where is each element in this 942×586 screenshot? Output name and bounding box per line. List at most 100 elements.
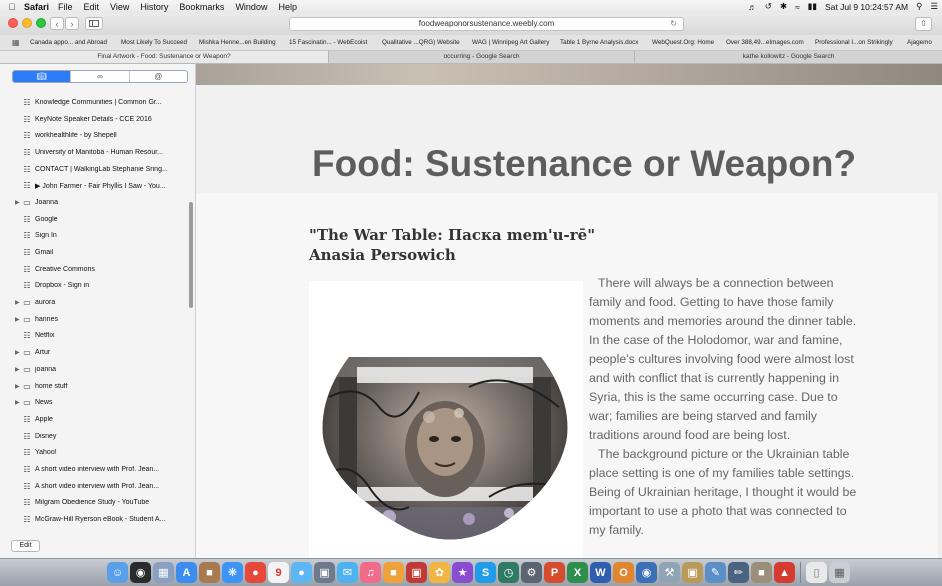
reload-icon[interactable]: ↻ — [670, 18, 677, 30]
favorite-link[interactable]: Professional I...on Strikingly — [815, 39, 893, 46]
favorite-link[interactable]: Ajagemo — [907, 39, 932, 46]
network-icon[interactable]: ◉ — [636, 562, 657, 583]
menu-view[interactable]: View — [110, 2, 129, 12]
bookmark-item[interactable]: ☷ workhealthlife - by Shepell — [0, 127, 190, 144]
edit-bookmarks-button[interactable]: Edit — [11, 540, 40, 552]
skype-icon[interactable]: S — [475, 562, 496, 583]
artwork-image[interactable] — [319, 337, 571, 543]
disclosure-triangle-icon[interactable]: ▶ — [15, 349, 20, 356]
favorite-link[interactable]: 15 Fascinatin... - WebEcoist — [289, 39, 367, 46]
bluetooth-icon[interactable]: ✱ — [780, 1, 787, 12]
bookmark-item[interactable]: ☷ Yahoo! — [0, 444, 190, 461]
sidebar-toggle-button[interactable] — [85, 17, 103, 30]
bookmark-item[interactable]: ☷ KeyNote Speaker Details - CCE 2016 — [0, 111, 190, 128]
bookmark-item[interactable]: ☷ Netflix — [0, 328, 190, 345]
minimize-window-button[interactable] — [22, 18, 32, 28]
spotlight-icon[interactable]: ⚲ — [916, 1, 922, 12]
apple-logo-icon[interactable]:  — [4, 2, 20, 12]
bookmark-item[interactable]: ☷ McGraw-Hill Ryerson eBook - Student A..… — [0, 511, 190, 528]
shared-links-tab-button[interactable]: @ — [130, 71, 187, 82]
powerpoint-icon[interactable]: P — [544, 562, 565, 583]
safari-icon[interactable]: ❋ — [222, 562, 243, 583]
bookmark-item[interactable]: ☷ A short video interview with Prof. Jean… — [0, 478, 190, 495]
time-machine-icon[interactable]: ↺ — [765, 1, 772, 12]
menu-help[interactable]: Help — [278, 2, 297, 12]
bookmark-item[interactable]: ☷ Disney — [0, 428, 190, 445]
bookmark-folder[interactable]: ▶ ▭ Joanna — [0, 194, 190, 211]
bookmark-item[interactable]: ☷ CONTACT | WalkingLab Stephanie Sring... — [0, 161, 190, 178]
photo-booth-icon[interactable]: ▣ — [406, 562, 427, 583]
tab-final-artwork[interactable]: Final Artwork - Food: Sustenance or Weap… — [0, 51, 329, 63]
mail-icon[interactable]: ✉ — [337, 562, 358, 583]
favorite-link[interactable]: Most Likely To Succeed — [121, 39, 187, 46]
disclosure-triangle-icon[interactable]: ▶ — [15, 399, 20, 406]
finder-icon[interactable]: ☺ — [107, 562, 128, 583]
trash-icon[interactable]: ▦ — [829, 562, 850, 583]
bookmark-item[interactable]: ☷ Creative Commons — [0, 261, 190, 278]
menu-app-name[interactable]: Safari — [24, 2, 49, 12]
favorite-link[interactable]: Table 1 Byrne Analysis.docx — [560, 39, 638, 46]
battery-icon[interactable]: ▮▮ — [808, 1, 817, 12]
favorite-link[interactable]: Over 388,49...eImages.com — [726, 39, 804, 46]
imovie-icon[interactable]: ★ — [452, 562, 473, 583]
clock[interactable]: Sat Jul 9 10:24:57 AM — [825, 2, 908, 12]
favorite-link[interactable]: WAG | Winnipeg Art Gallery — [472, 39, 549, 46]
acrobat-icon[interactable]: ▲ — [774, 562, 795, 583]
bookmark-folder[interactable]: ▶ ▭ hannes — [0, 311, 190, 328]
sidebar-scrollbar[interactable] — [189, 202, 193, 308]
disclosure-triangle-icon[interactable]: ▶ — [15, 199, 20, 206]
close-window-button[interactable] — [8, 18, 18, 28]
tab-occurring-search[interactable]: occurring - Google Search — [329, 51, 635, 63]
menu-file[interactable]: File — [58, 2, 73, 12]
favorite-link[interactable]: Mishka Henne...en Building — [199, 39, 276, 46]
menu-bookmarks[interactable]: Bookmarks — [179, 2, 224, 12]
bookmark-folder[interactable]: ▶ ▭ News — [0, 394, 190, 411]
favorite-link[interactable]: Canada appo... and Abroad — [30, 39, 107, 46]
bookmark-item[interactable]: ☷ Sign In — [0, 228, 190, 245]
tab-kollowitz-search[interactable]: kathe kollowitz - Google Search — [635, 51, 942, 63]
share-button[interactable]: ⇧ — [915, 17, 932, 31]
editor-icon[interactable]: ✏ — [728, 562, 749, 583]
bookmarks-tab-button[interactable]: 📖︎ — [13, 71, 72, 82]
time-machine-icon[interactable]: ◷ — [498, 562, 519, 583]
zoom-window-button[interactable] — [36, 18, 46, 28]
page-scrollbar[interactable] — [938, 193, 942, 558]
excel-icon[interactable]: X — [567, 562, 588, 583]
photo-browser-icon[interactable]: ▣ — [314, 562, 335, 583]
itunes-icon[interactable]: ♫ — [360, 562, 381, 583]
bookmark-folder[interactable]: ▶ ▭ Artur — [0, 344, 190, 361]
utilities-icon[interactable]: ⚒ — [659, 562, 680, 583]
menu-history[interactable]: History — [140, 2, 168, 12]
notification-icon[interactable]: ☰ — [930, 1, 938, 12]
ibooks-icon[interactable]: ■ — [383, 562, 404, 583]
menu-window[interactable]: Window — [235, 2, 267, 12]
favorite-link[interactable]: WebQuest.Org: Home — [652, 39, 714, 46]
menu-edit[interactable]: Edit — [84, 2, 100, 12]
bookmark-item[interactable]: ☷ Gmail — [0, 244, 190, 261]
bookmark-item[interactable]: ☷ Apple — [0, 411, 190, 428]
bookmark-folder[interactable]: ▶ ▭ aurora — [0, 294, 190, 311]
disclosure-triangle-icon[interactable]: ▶ — [15, 316, 20, 323]
word-icon[interactable]: W — [590, 562, 611, 583]
preview-icon[interactable]: ✎ — [705, 562, 726, 583]
contacts-icon[interactable]: ■ — [199, 562, 220, 583]
bookmark-folder[interactable]: ▶ ▭ home stuff — [0, 378, 190, 395]
outlook-icon[interactable]: O — [613, 562, 634, 583]
disclosure-triangle-icon[interactable]: ▶ — [15, 299, 20, 306]
bookmark-item[interactable]: ☷ A short video interview with Prof. Jean… — [0, 461, 190, 478]
archive-icon[interactable]: ▣ — [682, 562, 703, 583]
disclosure-triangle-icon[interactable]: ▶ — [15, 383, 20, 390]
address-bar[interactable]: foodweaponorsustenance.weebly.com ↻ — [289, 17, 684, 31]
disclosure-triangle-icon[interactable]: ▶ — [15, 366, 20, 373]
favorite-link[interactable]: Qualitative ...QRG) Website — [382, 39, 460, 46]
bookmark-item[interactable]: ☷ ▶ John Farmer - Fair Phyllis I Saw - Yo… — [0, 177, 190, 194]
calendar-icon[interactable]: 9 — [268, 562, 289, 583]
volume-icon[interactable]: ♬ — [748, 2, 757, 12]
documents-stack-icon[interactable]: ▯ — [806, 562, 827, 583]
reading-list-tab-button[interactable]: ∞ — [71, 71, 130, 82]
system-preferences-icon[interactable]: ⚙ — [521, 562, 542, 583]
mission-control-icon[interactable]: ▦ — [153, 562, 174, 583]
forward-button[interactable]: › — [65, 17, 79, 30]
bookmark-item[interactable]: ☷ Knowledge Communities | Common Gr... — [0, 94, 190, 111]
bookmark-item[interactable]: ☷ Milgram Obedience Study - YouTube — [0, 495, 190, 512]
